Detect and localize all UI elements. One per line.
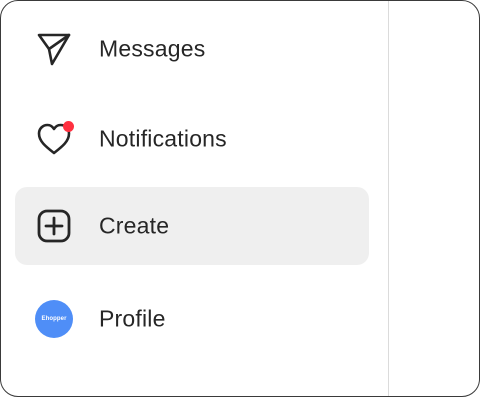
- app-window: Messages Notifications Create Ehopper Pr…: [0, 0, 480, 397]
- sidebar-item-label: Notifications: [99, 125, 227, 152]
- avatar: Ehopper: [35, 300, 73, 338]
- sidebar-item-create[interactable]: Create: [15, 187, 369, 265]
- heart-icon: [35, 120, 74, 158]
- main-content: [390, 1, 479, 396]
- avatar-container: Ehopper: [35, 300, 73, 338]
- sidebar-item-label: Messages: [99, 35, 206, 62]
- sidebar-item-profile[interactable]: Ehopper Profile: [15, 280, 369, 358]
- sidebar-item-notifications[interactable]: Notifications: [15, 100, 369, 178]
- sidebar-nav: Messages Notifications Create Ehopper Pr…: [1, 1, 389, 396]
- sidebar-item-label: Profile: [99, 305, 166, 332]
- notification-badge: [63, 121, 74, 132]
- paper-plane-icon: [35, 30, 73, 68]
- plus-square-icon: [35, 207, 73, 245]
- sidebar-item-messages[interactable]: Messages: [15, 10, 369, 88]
- sidebar-item-label: Create: [99, 212, 170, 239]
